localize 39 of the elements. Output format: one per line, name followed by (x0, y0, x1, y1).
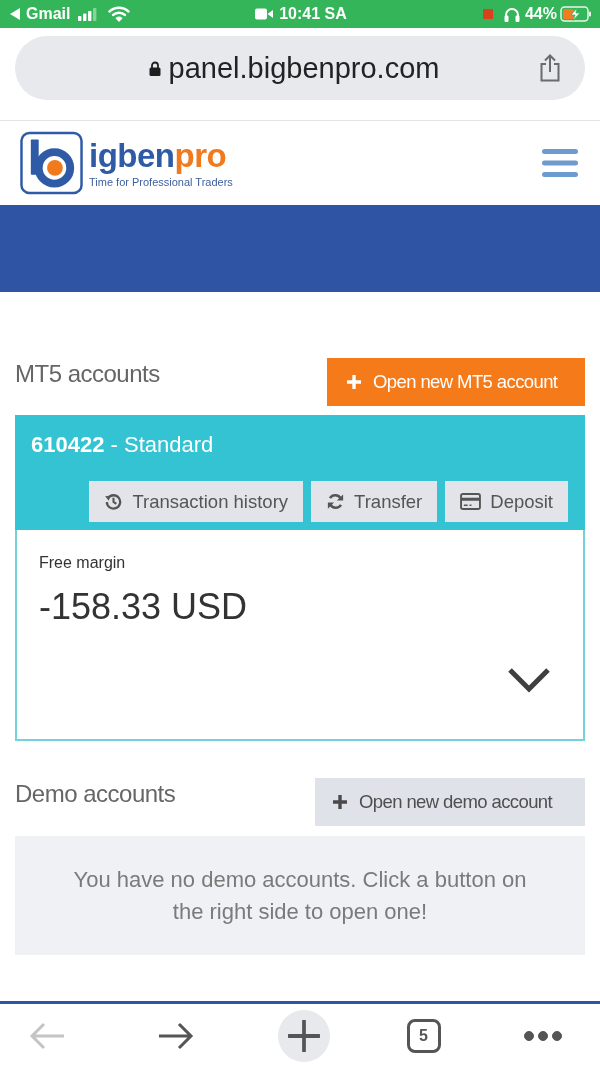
video-camera-icon (255, 8, 274, 20)
url-text: panel.bigbenpro.com (168, 51, 440, 85)
triangle-icon (10, 8, 20, 20)
battery-percentage: 44% (524, 5, 557, 23)
logo-tagline: Time for Professional Traders (89, 175, 233, 189)
transfer-button[interactable]: Transfer (311, 481, 438, 522)
tab-count-button[interactable]: 5 (406, 1018, 441, 1053)
plus-icon (288, 1019, 320, 1052)
square-indicator-icon (482, 9, 493, 19)
logo-text: igbenpro (89, 137, 228, 175)
logo-mark-icon[interactable] (20, 131, 83, 195)
free-margin-label: Free margin (39, 554, 126, 572)
wifi-icon (108, 6, 131, 22)
credit-card-icon (460, 493, 482, 510)
share-icon[interactable] (539, 54, 561, 82)
open-demo-account-button[interactable]: Open new demo account (315, 778, 585, 826)
free-margin-value: -158.33 USD (39, 586, 248, 628)
more-dots-icon (524, 1030, 562, 1041)
menu-icon[interactable] (542, 149, 578, 177)
plus-icon (347, 375, 361, 389)
history-button[interactable]: Transaction history (89, 481, 304, 522)
left-arrow-icon (29, 1021, 65, 1050)
new-tab-button[interactable] (278, 1009, 330, 1062)
refresh-icon (326, 492, 346, 511)
lock-icon (148, 60, 161, 76)
section-title: Demo accounts (15, 779, 176, 808)
section-title: MT5 accounts (15, 359, 160, 388)
signal-icon (78, 7, 98, 21)
empty-state-message: You have no demo accounts. Click a button on the right side to open one! (72, 865, 528, 926)
chevron-down-icon[interactable] (507, 667, 551, 695)
account-title: 610422 - Standard (31, 431, 215, 459)
battery-icon (560, 6, 592, 22)
status-time: 10:41 SA (279, 5, 347, 23)
plus-icon (333, 795, 347, 809)
address-bar[interactable]: panel.bigbenpro.com (15, 36, 585, 100)
deposit-button[interactable]: Deposit (445, 481, 568, 522)
headphones-icon (503, 6, 520, 22)
right-arrow-icon (157, 1021, 194, 1050)
history-icon (104, 492, 124, 511)
